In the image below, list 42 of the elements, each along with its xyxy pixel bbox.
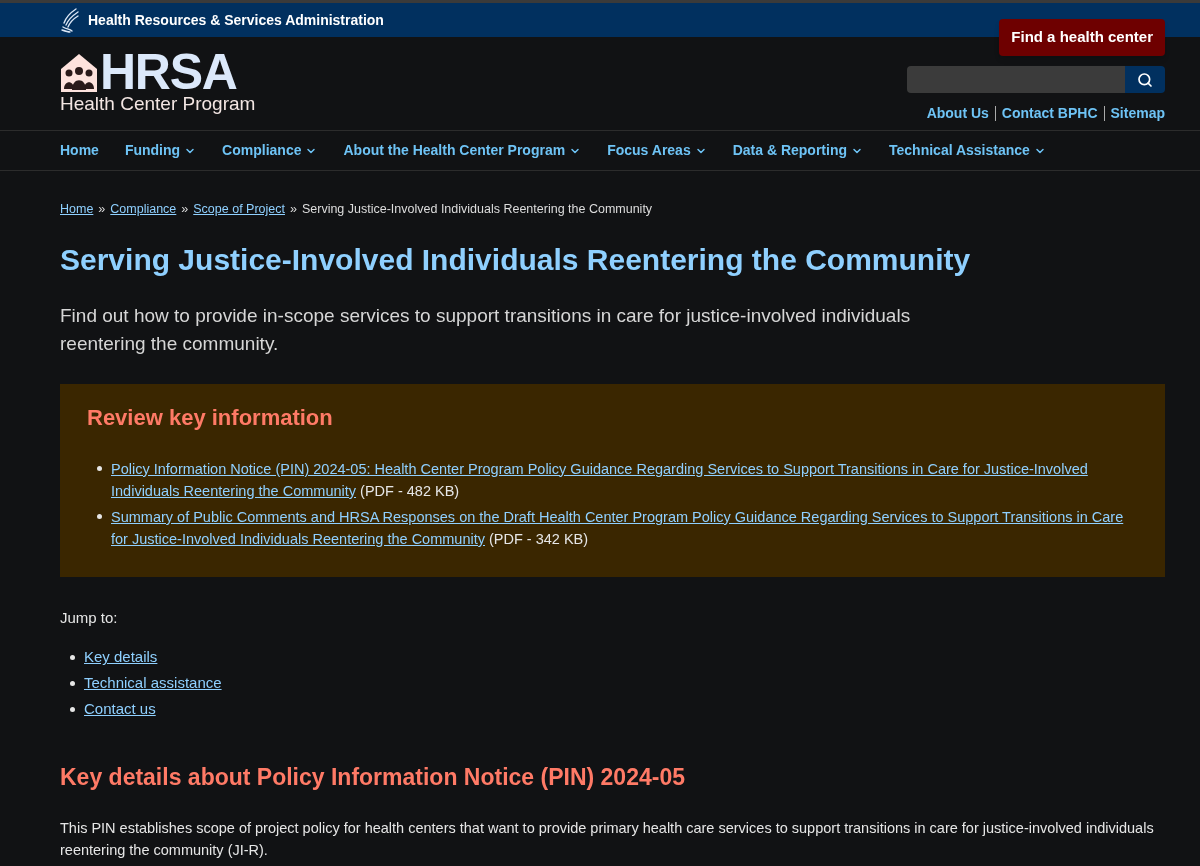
breadcrumb-link[interactable]: Scope of Project (193, 200, 285, 219)
lead-paragraph: Find out how to provide in-scope services to support transitions in care for justice-involved individuals reentering the community. (60, 303, 912, 356)
bullet-icon (70, 655, 75, 661)
utility-link[interactable]: Contact BPHC (1001, 103, 1098, 124)
search-icon (1137, 71, 1153, 88)
document-link-item[interactable]: Summary of Public Comments and HRSA Responses on the Draft Health Center Program Policy Guidance Regarding Services to Support Transitions in Care for Justice-Involved Individuals Reentering the Community (PDF - 342 KB) (111, 505, 1138, 550)
breadcrumb-link[interactable]: Home (60, 200, 94, 219)
jump-link[interactable]: Technical assistance (84, 674, 222, 692)
bullet-icon (70, 707, 75, 713)
nav-item[interactable]: Compliance (222, 140, 318, 161)
nav-item[interactable]: About the Health Center Program (343, 140, 582, 161)
breadcrumb-current: Serving Justice-Involved Individuals Reentering the Community (301, 201, 653, 218)
logo-wordmark[interactable]: HRSA (100, 51, 237, 93)
breadcrumb-separator: » (98, 201, 106, 218)
page-title: Serving Justice-Involved Individuals Reentering the Community (60, 241, 972, 278)
jump-link[interactable]: Key details (84, 648, 158, 666)
document-link-item[interactable]: Policy Information Notice (PIN) 2024-05: Health Center Program Policy Guidance Regarding Services to Support Transitions in Care for Justice-Involved Individuals Reentering the Community (PDF - 482 KB) (111, 457, 1138, 502)
bullet-icon (97, 465, 102, 471)
nav-item[interactable]: Funding (124, 140, 197, 161)
breadcrumb-link[interactable]: Compliance (110, 200, 177, 219)
section-paragraph: This PIN establishes scope of project policy for health centers that want to provide primary health care services to support transitions in care for justice-involved individuals reentering the community (JI-R). (60, 818, 1155, 860)
section-heading: Key details about Policy Information Notice (PIN) 2024-05 (60, 763, 686, 793)
jump-to-label: Jump to: (60, 607, 119, 628)
utility-link[interactable]: About Us (926, 103, 989, 124)
agency-title: Health Resources & Services Administration (88, 10, 384, 30)
nav-item[interactable]: Focus Areas (607, 140, 707, 161)
utility-link[interactable]: Sitemap (1110, 103, 1165, 124)
nav-item[interactable]: Data & Reporting (732, 140, 864, 161)
bullet-icon (97, 513, 102, 519)
house-people-icon (60, 53, 98, 93)
jump-link[interactable]: Contact us (84, 700, 156, 718)
nav-item[interactable]: Home (60, 140, 99, 161)
panel-heading: Review key information (87, 403, 334, 432)
find-health-center-button[interactable]: Find a health center (999, 19, 1165, 56)
breadcrumb-separator: » (290, 201, 297, 218)
search-field[interactable] (907, 66, 1125, 93)
eagle-icon (60, 7, 80, 33)
breadcrumb-separator: » (181, 201, 189, 218)
nav-item[interactable]: Technical Assistance (889, 140, 1046, 161)
search-button[interactable] (1125, 66, 1165, 93)
logo-subtitle: Health Center Program (60, 93, 256, 115)
bullet-icon (70, 681, 75, 687)
